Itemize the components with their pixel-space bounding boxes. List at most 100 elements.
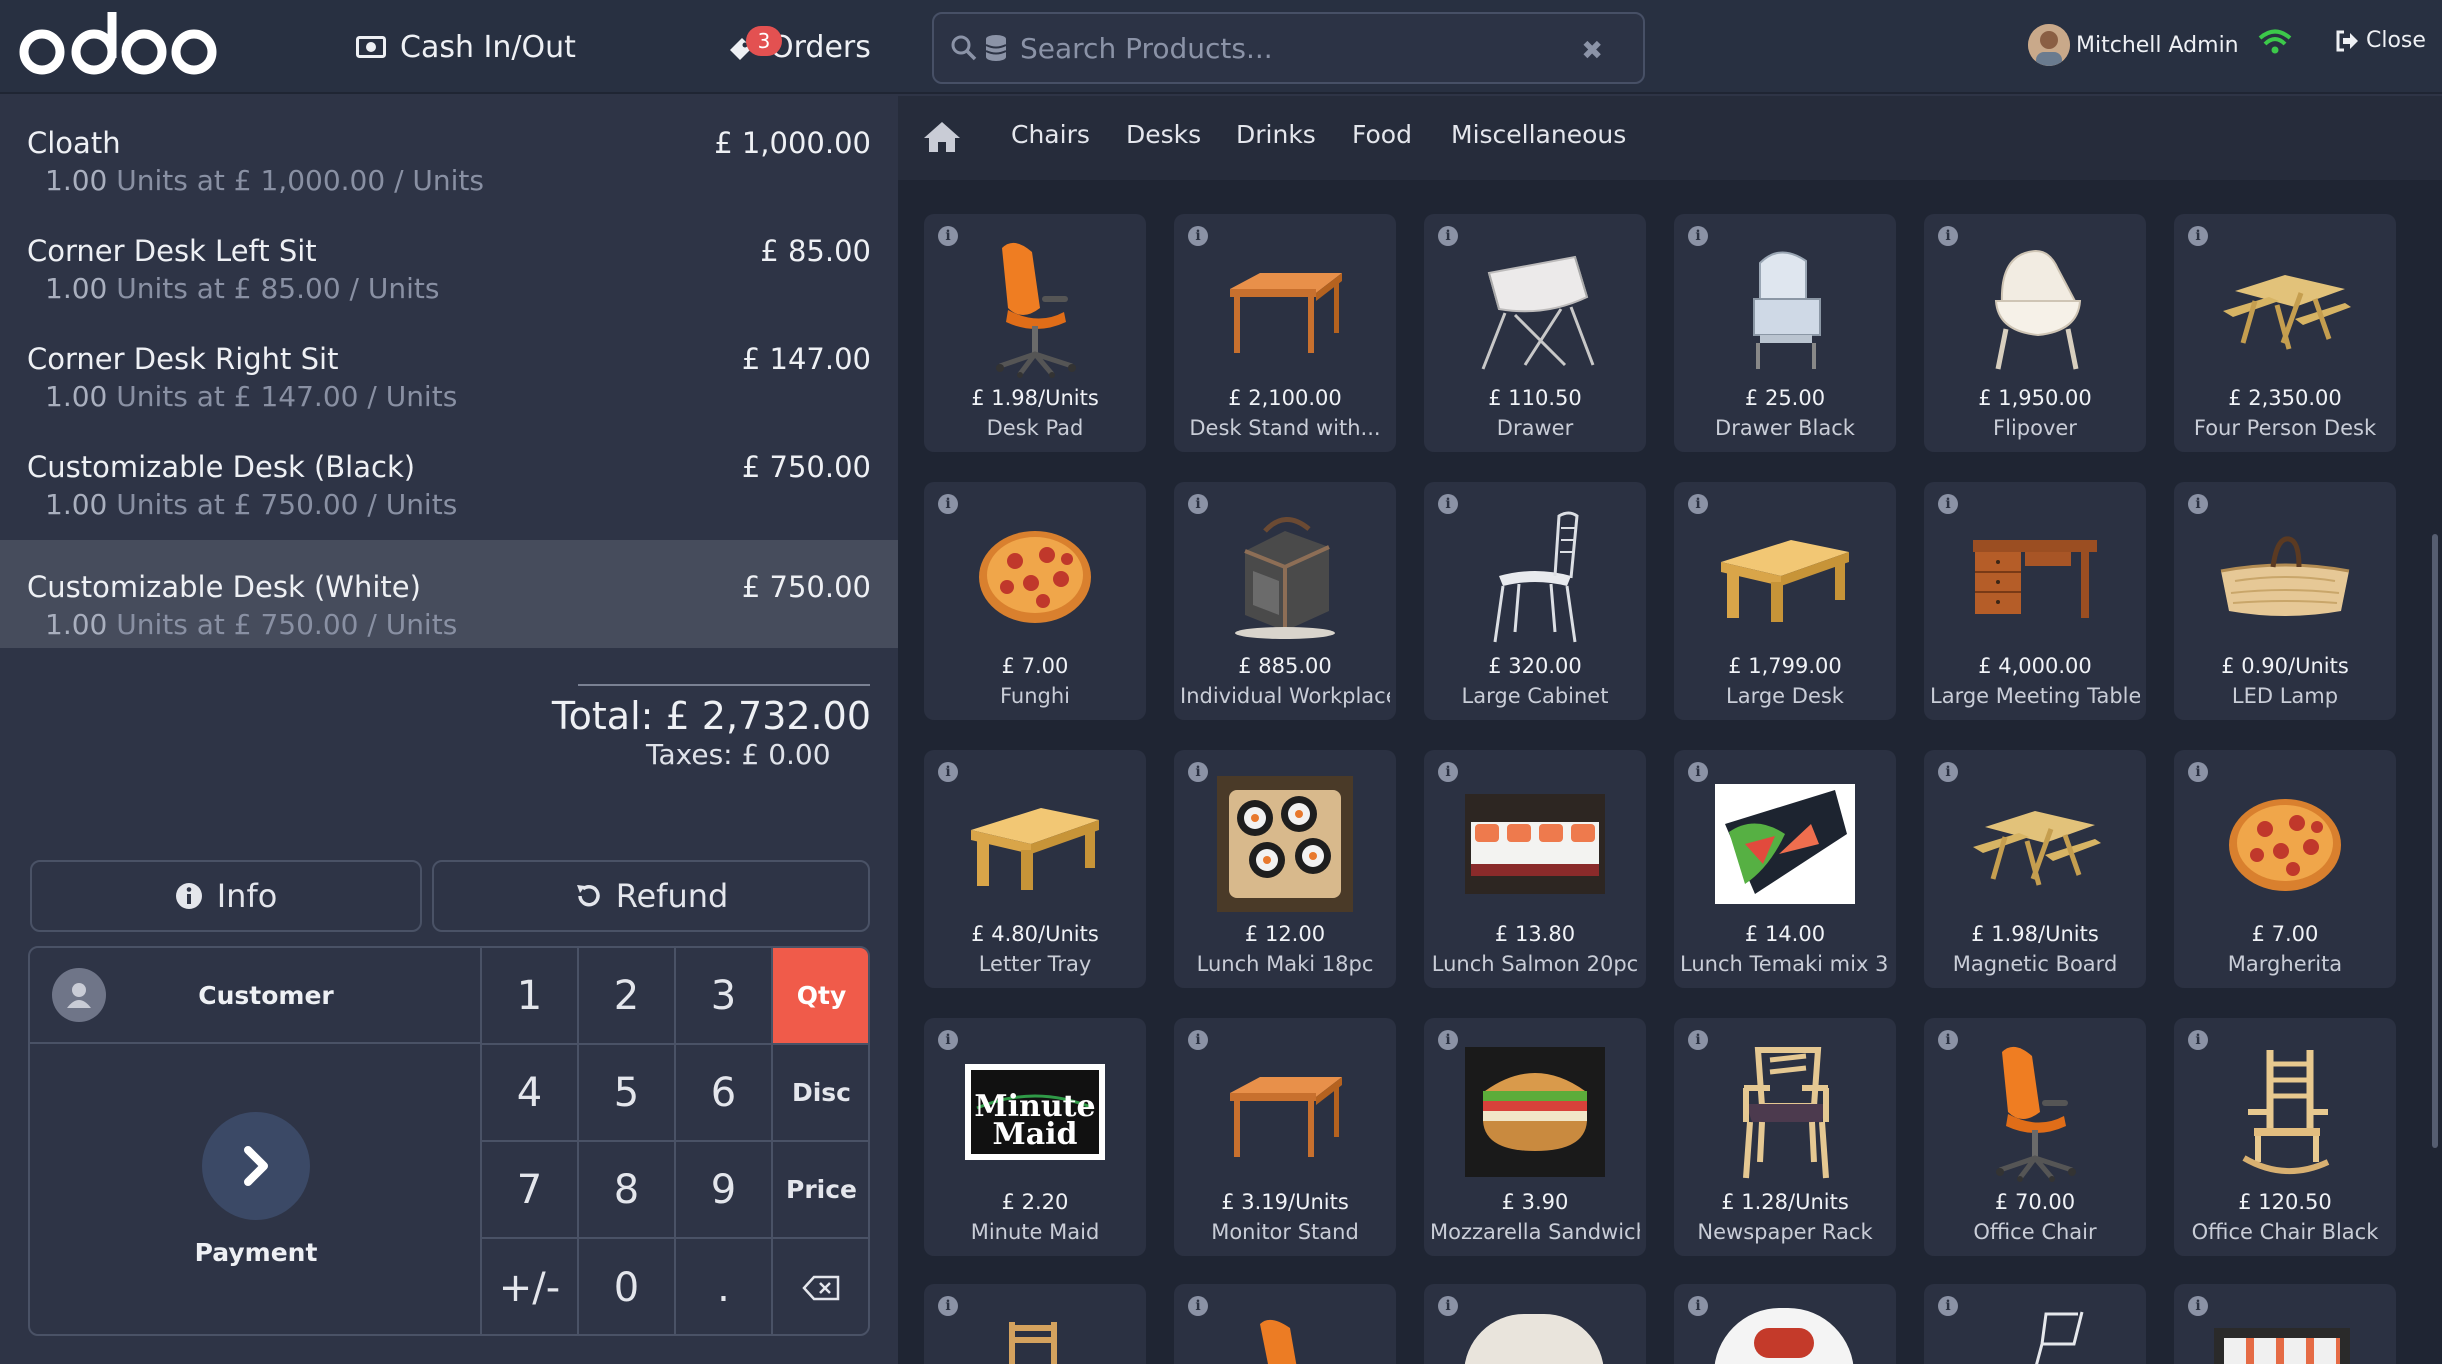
product-card[interactable]: i £ 110.50 Drawer bbox=[1424, 214, 1646, 452]
key-7[interactable]: 7 bbox=[482, 1142, 579, 1239]
customer-button[interactable]: Customer bbox=[30, 948, 482, 1044]
info-icon[interactable]: i bbox=[2188, 1030, 2208, 1050]
product-card[interactable]: i £ 4.80/Units Letter Tray bbox=[924, 750, 1146, 988]
product-card[interactable]: i £ 3.19/Units Monitor Stand bbox=[1174, 1018, 1396, 1256]
search-products-input[interactable]: Search Products... ✖ bbox=[932, 12, 1645, 84]
product-card[interactable]: i bbox=[1174, 1284, 1396, 1364]
key-1[interactable]: 1 bbox=[482, 948, 579, 1045]
info-icon[interactable]: i bbox=[2188, 494, 2208, 514]
product-card[interactable]: i £ 13.80 Lunch Salmon 20pc bbox=[1424, 750, 1646, 988]
product-card[interactable]: i £ 2,350.00 Four Person Desk bbox=[2174, 214, 2396, 452]
key-8[interactable]: 8 bbox=[579, 1142, 676, 1239]
key-4[interactable]: 4 bbox=[482, 1045, 579, 1142]
key-5[interactable]: 5 bbox=[579, 1045, 676, 1142]
product-card[interactable]: i bbox=[1674, 1284, 1896, 1364]
product-card[interactable]: i £ 0.90/Units LED Lamp bbox=[2174, 482, 2396, 720]
home-icon[interactable] bbox=[922, 120, 962, 154]
info-icon[interactable]: i bbox=[1938, 1296, 1958, 1316]
product-card[interactable]: i £ 1.28/Units Newspaper Rack bbox=[1674, 1018, 1896, 1256]
product-card[interactable]: i bbox=[924, 1284, 1146, 1364]
info-icon[interactable]: i bbox=[1938, 494, 1958, 514]
info-icon[interactable]: i bbox=[938, 1030, 958, 1050]
info-icon[interactable]: i bbox=[2188, 762, 2208, 782]
product-card[interactable]: i £ 1,799.00 Large Desk bbox=[1674, 482, 1896, 720]
order-line[interactable]: Corner Desk Left Sit £ 85.00 1.00 Units … bbox=[0, 204, 898, 312]
info-icon[interactable]: i bbox=[2188, 226, 2208, 246]
info-icon[interactable]: i bbox=[938, 494, 958, 514]
info-icon[interactable]: i bbox=[1438, 762, 1458, 782]
info-icon[interactable]: i bbox=[1688, 226, 1708, 246]
product-card[interactable]: i £ 7.00 Funghi bbox=[924, 482, 1146, 720]
key-3[interactable]: 3 bbox=[676, 948, 773, 1045]
qty-mode-button[interactable]: Qty bbox=[773, 948, 868, 1045]
info-icon[interactable]: i bbox=[938, 226, 958, 246]
info-icon[interactable]: i bbox=[1438, 494, 1458, 514]
info-button[interactable]: Info bbox=[30, 860, 422, 932]
info-icon[interactable]: i bbox=[1688, 1296, 1708, 1316]
key-2[interactable]: 2 bbox=[579, 948, 676, 1045]
product-card[interactable]: i £ 120.50 Office Chair Black bbox=[2174, 1018, 2396, 1256]
product-card[interactable]: i £ 12.00 Lunch Maki 18pc bbox=[1174, 750, 1396, 988]
user-menu[interactable]: Mitchell Admin bbox=[2028, 24, 2239, 66]
info-icon[interactable]: i bbox=[1438, 1030, 1458, 1050]
order-line[interactable]: Customizable Desk (Black) £ 750.00 1.00 … bbox=[0, 420, 898, 528]
category-desks[interactable]: Desks bbox=[1126, 120, 1201, 149]
orders-button[interactable]: 3 Orders bbox=[726, 22, 871, 72]
info-icon[interactable]: i bbox=[1188, 494, 1208, 514]
product-card[interactable]: i £ 25.00 Drawer Black bbox=[1674, 214, 1896, 452]
disc-mode-button[interactable]: Disc bbox=[773, 1045, 868, 1142]
product-card[interactable]: i £ 7.00 Margherita bbox=[2174, 750, 2396, 988]
product-card[interactable]: i £ 70.00 Office Chair bbox=[1924, 1018, 2146, 1256]
order-line-qty: 1.00 bbox=[45, 272, 108, 305]
info-icon[interactable]: i bbox=[938, 762, 958, 782]
product-card[interactable]: i £ 3.90 Mozzarella Sandwich bbox=[1424, 1018, 1646, 1256]
payment-button[interactable] bbox=[202, 1112, 310, 1220]
key-6[interactable]: 6 bbox=[676, 1045, 773, 1142]
info-icon[interactable]: i bbox=[1188, 1296, 1208, 1316]
info-icon[interactable]: i bbox=[1688, 1030, 1708, 1050]
info-icon[interactable]: i bbox=[1188, 762, 1208, 782]
product-card[interactable]: i bbox=[2174, 1284, 2396, 1364]
info-icon[interactable]: i bbox=[1188, 1030, 1208, 1050]
key-9[interactable]: 9 bbox=[676, 1142, 773, 1239]
product-card[interactable]: i £ 320.00 Large Cabinet bbox=[1424, 482, 1646, 720]
category-food[interactable]: Food bbox=[1352, 120, 1412, 149]
info-icon[interactable]: i bbox=[1188, 226, 1208, 246]
refund-button[interactable]: Refund bbox=[432, 860, 870, 932]
info-icon[interactable]: i bbox=[1938, 762, 1958, 782]
product-card[interactable]: i £ 1,950.00 Flipover bbox=[1924, 214, 2146, 452]
info-icon[interactable]: i bbox=[1438, 1296, 1458, 1316]
info-icon[interactable]: i bbox=[2188, 1296, 2208, 1316]
product-card[interactable]: i £ 1.98/Units Desk Pad bbox=[924, 214, 1146, 452]
info-icon[interactable]: i bbox=[1938, 226, 1958, 246]
bassinet-image bbox=[1460, 238, 1610, 378]
backspace-button[interactable] bbox=[773, 1239, 868, 1334]
info-icon[interactable]: i bbox=[1688, 762, 1708, 782]
info-icon[interactable]: i bbox=[1938, 1030, 1958, 1050]
close-button[interactable]: Close bbox=[2334, 28, 2426, 53]
product-card[interactable]: i £ 885.00 Individual Workplace bbox=[1174, 482, 1396, 720]
key-plus-minus[interactable]: +/- bbox=[482, 1239, 579, 1334]
cash-in-out-button[interactable]: Cash In/Out bbox=[356, 22, 576, 72]
category-chairs[interactable]: Chairs bbox=[1011, 120, 1090, 149]
product-card[interactable]: i £ 4,000.00 Large Meeting Table bbox=[1924, 482, 2146, 720]
clear-search-icon[interactable]: ✖ bbox=[1581, 36, 1603, 66]
product-card[interactable]: i £ 2,100.00 Desk Stand with... bbox=[1174, 214, 1396, 452]
price-mode-button[interactable]: Price bbox=[773, 1142, 868, 1239]
product-card[interactable]: i bbox=[1424, 1284, 1646, 1364]
scrollbar[interactable] bbox=[2432, 534, 2438, 1148]
product-card[interactable]: i £ 14.00 Lunch Temaki mix 3pc bbox=[1674, 750, 1896, 988]
info-icon[interactable]: i bbox=[1688, 494, 1708, 514]
order-line[interactable]: Cloath £ 1,000.00 1.00 Units at £ 1,000.… bbox=[0, 96, 898, 204]
product-card[interactable]: i £ 1.98/Units Magnetic Board bbox=[1924, 750, 2146, 988]
key-decimal[interactable]: . bbox=[676, 1239, 773, 1334]
category-miscellaneous[interactable]: Miscellaneous bbox=[1451, 120, 1626, 149]
category-drinks[interactable]: Drinks bbox=[1236, 120, 1316, 149]
order-line[interactable]: Corner Desk Right Sit £ 147.00 1.00 Unit… bbox=[0, 312, 898, 420]
product-card[interactable]: i bbox=[1924, 1284, 2146, 1364]
product-card[interactable]: i Minute Maid £ 2.20 Minute Maid bbox=[924, 1018, 1146, 1256]
info-icon[interactable]: i bbox=[938, 1296, 958, 1316]
key-0[interactable]: 0 bbox=[579, 1239, 676, 1334]
info-icon[interactable]: i bbox=[1438, 226, 1458, 246]
order-line-selected[interactable]: Customizable Desk (White) £ 750.00 1.00 … bbox=[0, 540, 898, 648]
